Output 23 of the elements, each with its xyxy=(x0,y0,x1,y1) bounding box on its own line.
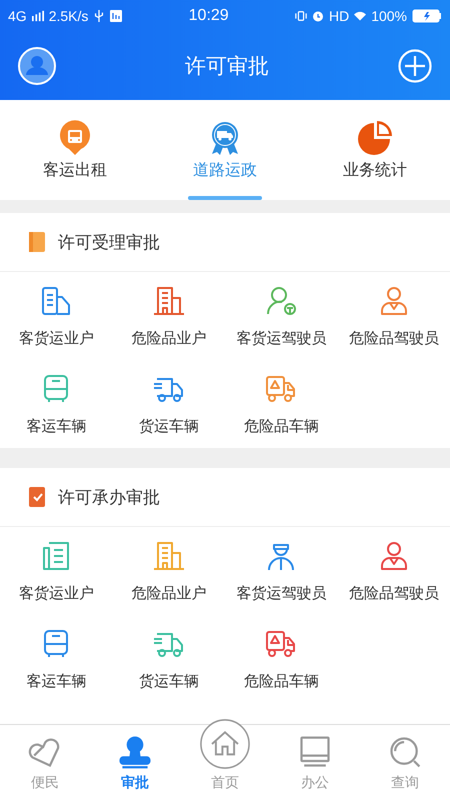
app-icon xyxy=(110,10,122,22)
add-icon[interactable] xyxy=(398,49,432,83)
section-title: 许可承办审批 xyxy=(58,486,160,508)
clock-time: 10:29 xyxy=(188,7,230,25)
battery-icon xyxy=(412,9,442,23)
alarm-icon xyxy=(312,10,324,22)
stamp-icon xyxy=(117,734,153,770)
pie-chart-icon xyxy=(357,120,393,156)
network-label: 4G xyxy=(8,8,27,24)
usb-icon xyxy=(93,10,106,22)
signal-icon xyxy=(32,10,44,22)
page-title: 许可审批 xyxy=(185,53,269,80)
book-icon xyxy=(28,486,46,508)
section-title: 许可受理审批 xyxy=(58,232,160,254)
vibrate-icon xyxy=(294,10,307,22)
battery-label: 100% xyxy=(371,8,407,24)
wifi-icon xyxy=(354,10,366,22)
book-icon xyxy=(28,231,46,253)
speed-label: 2.5K/s xyxy=(48,8,88,24)
avatar-icon[interactable] xyxy=(18,47,56,85)
nav-tab[interactable]: 审批 xyxy=(90,725,180,800)
bus-pin-icon xyxy=(57,120,93,156)
hd-label: HD xyxy=(328,8,350,24)
